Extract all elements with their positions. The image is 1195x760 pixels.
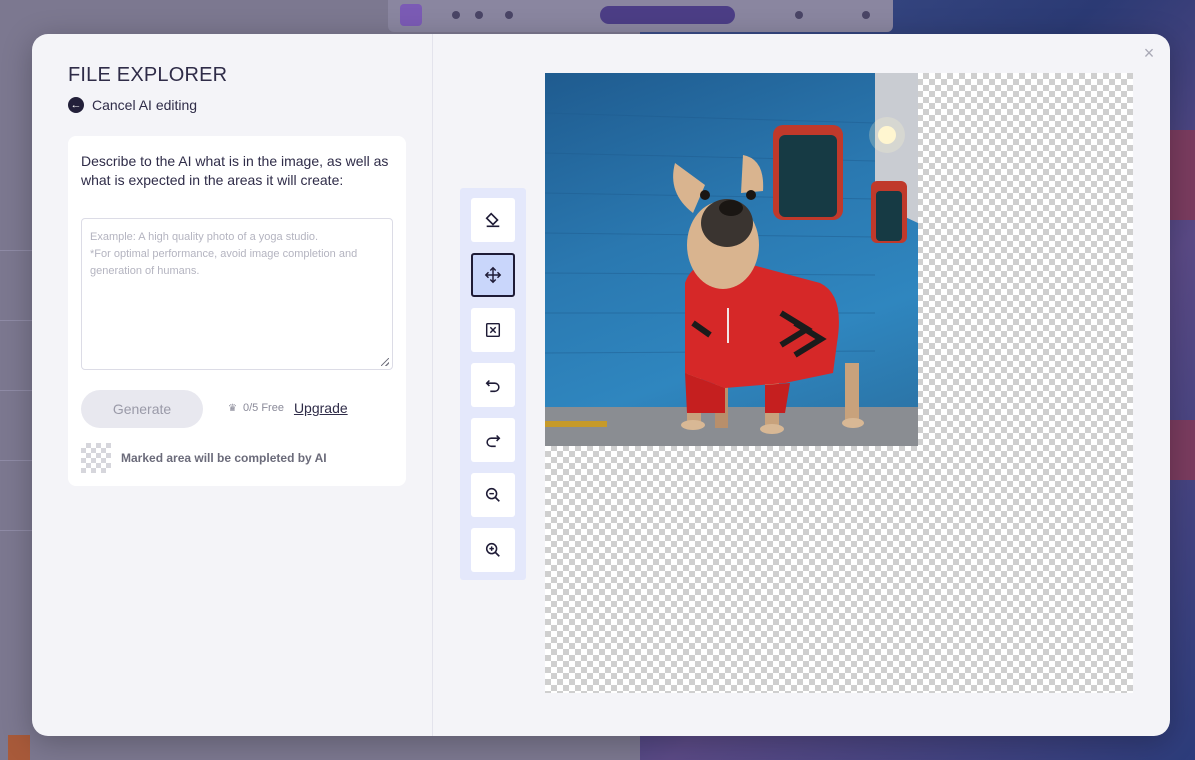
background-toolbar-dot (452, 11, 460, 19)
background-accent (1170, 130, 1195, 220)
legend-text: Marked area will be completed by AI (121, 451, 327, 465)
tool-strip (460, 188, 526, 580)
background-divider (0, 460, 36, 461)
background-toolbar-dot (862, 11, 870, 19)
eraser-icon (485, 212, 500, 228)
background-divider (0, 530, 36, 531)
free-usage-row: ♛ 0/5 Free Upgrade (228, 400, 348, 416)
cancel-ai-editing-button[interactable]: ← Cancel AI editing (68, 97, 408, 113)
dog-photo-illustration (545, 73, 918, 446)
background-toolbar-dot (475, 11, 483, 19)
checkerboard-swatch-icon (81, 443, 111, 473)
modal-title: FILE EXPLORER (68, 64, 228, 86)
zoom-out-button[interactable] (471, 473, 515, 517)
eraser-tool-button[interactable] (471, 198, 515, 242)
background-divider (0, 250, 36, 251)
modal-divider (432, 34, 433, 736)
prompt-card: Describe to the AI what is in the image,… (68, 136, 406, 486)
editing-canvas[interactable] (545, 73, 1133, 693)
undo-button[interactable] (471, 363, 515, 407)
background-toolbar-pill (600, 6, 735, 24)
upgrade-link[interactable]: Upgrade (294, 400, 348, 416)
background-toolbar-dot (505, 11, 513, 19)
background-toolbar-dot (795, 11, 803, 19)
cancel-ai-editing-label: Cancel AI editing (92, 97, 198, 113)
background-accent (8, 735, 30, 760)
source-photo[interactable] (545, 73, 918, 446)
undo-icon (485, 379, 500, 393)
generate-button[interactable]: Generate (81, 390, 203, 428)
zoom-out-icon (485, 487, 500, 502)
move-tool-button[interactable] (471, 253, 515, 297)
move-icon (484, 266, 502, 284)
redo-icon (486, 434, 501, 448)
prompt-description: Describe to the AI what is in the image,… (81, 153, 389, 188)
redo-button[interactable] (471, 418, 515, 462)
zoom-in-icon (485, 542, 500, 557)
free-usage-count: 0/5 Free (242, 402, 284, 414)
clear-selection-button[interactable] (471, 308, 515, 352)
marked-area-legend: Marked area will be completed by AI (81, 443, 327, 473)
left-panel: FILE EXPLORER ← Cancel AI editing (68, 64, 408, 113)
background-toolbar-button (400, 4, 422, 26)
zoom-in-button[interactable] (471, 528, 515, 572)
crown-icon: ♛ (228, 402, 237, 414)
resize-grip-icon[interactable] (381, 358, 389, 366)
background-accent (1170, 420, 1195, 480)
background-divider (0, 390, 36, 391)
background-divider (0, 320, 36, 321)
clear-box-icon (485, 322, 501, 338)
prompt-input-wrapper (81, 218, 393, 370)
ai-editing-modal: × FILE EXPLORER ← Cancel AI editing Desc… (32, 34, 1170, 736)
arrow-left-circle-icon: ← (68, 97, 84, 113)
prompt-input[interactable] (82, 219, 392, 369)
close-icon[interactable]: × (1140, 44, 1158, 62)
